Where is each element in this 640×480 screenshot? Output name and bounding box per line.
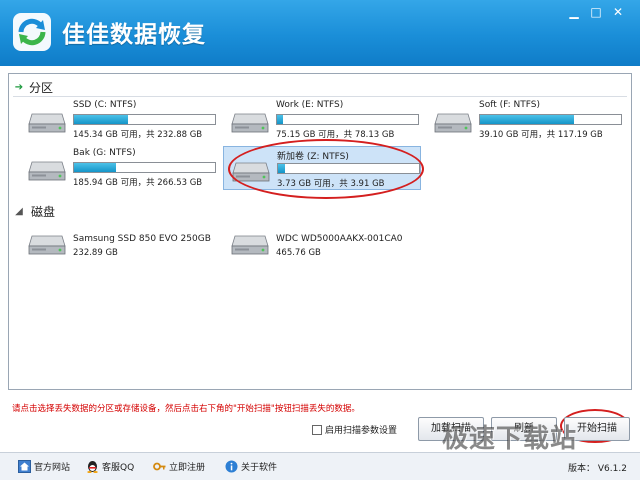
volume-name: WDC WD5000AAKX-001CA0 (276, 234, 403, 244)
app-logo-icon (13, 13, 51, 51)
usage-bar (276, 114, 419, 125)
hard-drive-icon (231, 113, 269, 133)
volume-capacity: 465.76 GB (276, 248, 321, 258)
usage-bar-fill (74, 163, 117, 172)
title-bar: 佳佳数据恢复 ▁ □ ✕ (0, 0, 640, 66)
hard-drive-icon (232, 162, 270, 182)
volume-name: Work (E: NTFS) (276, 100, 344, 110)
about-software-link[interactable]: 关于软件 (225, 460, 277, 473)
usage-bar-fill (277, 115, 283, 124)
volume-capacity: 75.15 GB 可用，共 78.13 GB (276, 130, 395, 140)
hard-drive-icon (434, 113, 472, 133)
app-title: 佳佳数据恢复 (62, 22, 206, 48)
support-qq-link[interactable]: 客服QQ (86, 460, 134, 473)
volume-name: SSD (C: NTFS) (73, 100, 137, 110)
group-divider (13, 96, 627, 97)
partition-tile[interactable]: 新加卷 (Z: NTFS) 3.73 GB 可用，共 3.91 GB (223, 146, 421, 190)
qq-penguin-icon (87, 461, 98, 473)
usage-bar-fill (480, 115, 575, 124)
minimize-button[interactable]: ▁ (564, 4, 584, 20)
footer-bar: 官方网站 客服QQ 立即注册 关于软件 版本： V6.1.2 (0, 452, 640, 480)
info-icon (225, 460, 238, 473)
volume-name: 新加卷 (Z: NTFS) (277, 152, 349, 162)
expand-arrow-icon[interactable]: ➔ (13, 82, 25, 93)
disk-tile[interactable]: WDC WD5000AAKX-001CA0 465.76 GB (223, 224, 421, 268)
volume-name: Bak (G: NTFS) (73, 148, 136, 158)
usage-bar (73, 162, 216, 173)
usage-bar-fill (74, 115, 128, 124)
usage-bar-fill (278, 164, 286, 173)
home-icon (18, 460, 31, 473)
partitions-group-label: 分区 (29, 80, 54, 95)
volume-capacity: 145.34 GB 可用，共 232.88 GB (73, 130, 203, 140)
instruction-hint: 请点击选择丢失数据的分区或存储设备，然后点击右下角的"开始扫描"按钮扫描丢失的数… (12, 404, 360, 414)
hard-drive-icon (28, 161, 66, 181)
footer-link-label: 客服QQ (102, 463, 135, 473)
official-site-link[interactable]: 官方网站 (18, 460, 70, 473)
partitions-group-header[interactable]: ➔ 分区 (13, 78, 53, 96)
footer-link-label: 立即注册 (169, 463, 206, 473)
footer-link-label: 关于软件 (241, 463, 278, 473)
partition-tile[interactable]: Work (E: NTFS) 75.15 GB 可用，共 78.13 GB (223, 98, 421, 142)
key-icon (153, 462, 166, 471)
device-panel: ➔ 分区 SSD (C: NTFS) 145.34 GB 可用，共 232.88 … (8, 73, 632, 390)
usage-bar (479, 114, 622, 125)
close-button[interactable]: ✕ (608, 4, 628, 20)
partition-tile[interactable]: Soft (F: NTFS) 39.10 GB 可用，共 117.19 GB (426, 98, 624, 142)
hard-drive-icon (28, 235, 66, 255)
partition-tile[interactable]: Bak (G: NTFS) 185.94 GB 可用，共 266.53 GB (20, 146, 218, 190)
volume-capacity: 39.10 GB 可用，共 117.19 GB (479, 130, 603, 140)
hard-drive-icon (28, 113, 66, 133)
usage-bar (277, 163, 420, 174)
usage-bar (73, 114, 216, 125)
scan-settings-label: 启用扫描参数设置 (325, 426, 398, 436)
disk-tile[interactable]: Samsung SSD 850 EVO 250GB 232.89 GB (20, 224, 218, 268)
register-now-link[interactable]: 立即注册 (153, 460, 205, 473)
volume-name: Soft (F: NTFS) (479, 100, 540, 110)
collapse-triangle-icon[interactable]: ◢ (13, 206, 25, 217)
footer-link-label: 官方网站 (34, 463, 71, 473)
volume-capacity: 232.89 GB (73, 248, 118, 258)
scan-settings-option[interactable]: 启用扫描参数设置 (312, 423, 397, 436)
volume-capacity: 185.94 GB 可用，共 266.53 GB (73, 178, 203, 188)
partition-tile[interactable]: SSD (C: NTFS) 145.34 GB 可用，共 232.88 GB (20, 98, 218, 142)
disks-group-label: 磁盘 (31, 204, 56, 219)
scan-settings-checkbox[interactable] (312, 424, 322, 435)
volume-capacity: 3.73 GB 可用，共 3.91 GB (277, 179, 385, 189)
maximize-button[interactable]: □ (586, 4, 606, 20)
disks-group-header[interactable]: ◢ 磁盘 (13, 202, 55, 220)
volume-name: Samsung SSD 850 EVO 250GB (73, 234, 211, 244)
hard-drive-icon (231, 235, 269, 255)
version-label: 版本： V6.1.2 (568, 464, 627, 474)
watermark-text: 极速下载站 (442, 424, 578, 454)
